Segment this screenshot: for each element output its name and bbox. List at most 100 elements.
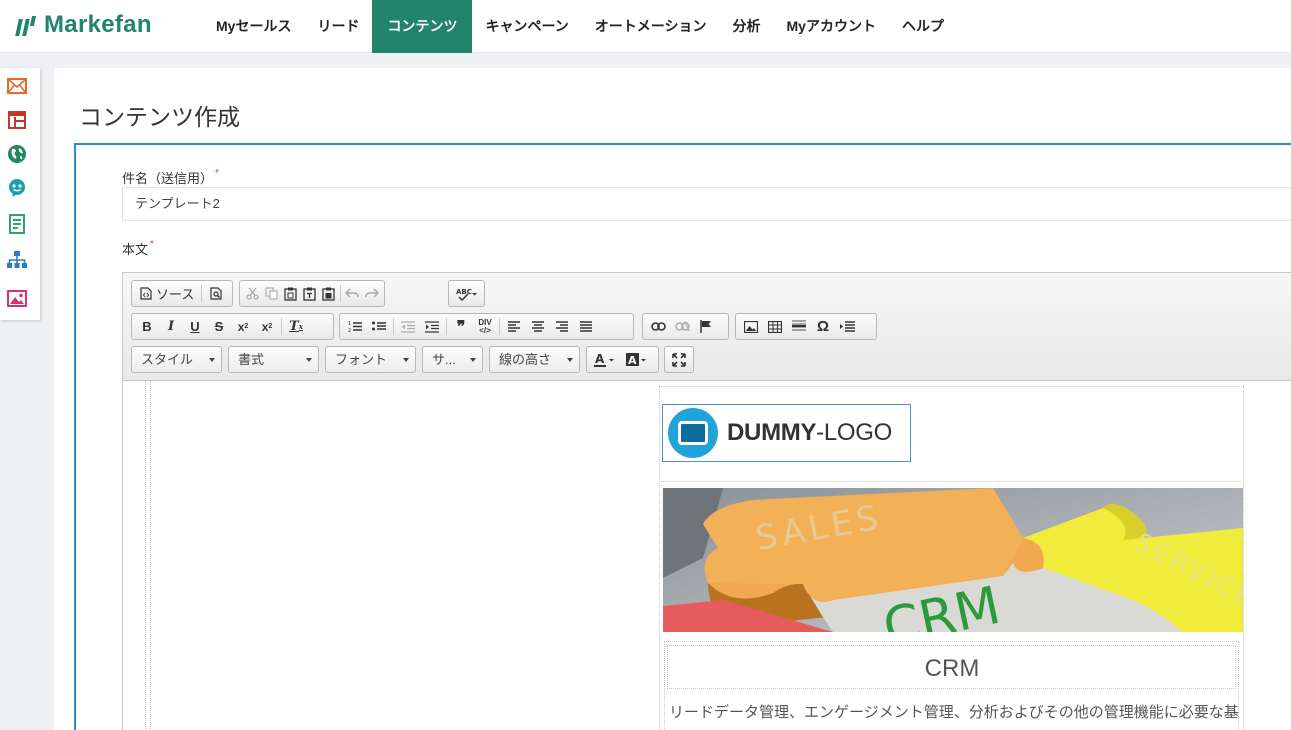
chevron-down-icon <box>470 358 476 362</box>
page-title: コンテンツ作成 <box>79 104 240 130</box>
dummy-logo-image[interactable]: DUMMY-LOGO <box>662 404 911 462</box>
content-type-rail <box>0 68 40 320</box>
nav-item-my-account[interactable]: Myアカウント <box>774 0 889 53</box>
underline-icon[interactable]: U <box>183 316 207 337</box>
nav-item-help[interactable]: ヘルプ <box>889 0 957 53</box>
source-button[interactable]: ソース <box>135 283 199 304</box>
unlink-icon[interactable] <box>670 316 694 337</box>
subject-input[interactable]: テンプレート2 <box>122 187 1291 221</box>
bulleted-list-icon[interactable] <box>367 316 391 337</box>
superscript-icon[interactable]: x2 <box>255 316 279 337</box>
svg-text:2: 2 <box>348 328 351 333</box>
nav-item-leads[interactable]: リード <box>304 0 372 53</box>
subscript-icon[interactable]: x2 <box>231 316 255 337</box>
strikethrough-icon[interactable]: S <box>207 316 231 337</box>
sitemap-icon[interactable] <box>6 250 27 270</box>
document-group: ソース <box>131 280 233 307</box>
colors-group: A A <box>586 346 659 373</box>
anchor-flag-icon[interactable] <box>694 316 718 337</box>
image-insert-icon[interactable] <box>739 316 763 337</box>
mail-icon[interactable] <box>6 76 27 96</box>
undo-icon[interactable] <box>343 283 362 304</box>
align-left-icon[interactable] <box>502 316 526 337</box>
editor-content-area[interactable]: DUMMY-LOGO SALES SERVICE CRM CRM リードデータ管… <box>123 381 1291 730</box>
image-icon[interactable] <box>6 288 27 308</box>
paste-word-icon[interactable] <box>319 283 338 304</box>
chevron-down-icon <box>306 358 312 362</box>
horizontal-rule-icon[interactable] <box>787 316 811 337</box>
layout-icon[interactable] <box>6 110 27 130</box>
special-char-icon[interactable]: Ω <box>811 316 835 337</box>
link-icon[interactable] <box>646 316 670 337</box>
paste-icon[interactable] <box>281 283 300 304</box>
align-center-icon[interactable] <box>526 316 550 337</box>
create-div-icon[interactable]: DIV </> <box>473 316 497 337</box>
globe-icon[interactable] <box>6 144 27 164</box>
editor-toolbar: ソース ABC B I U S x 2 x 2 T x 1 2 ❞ DIV </… <box>123 273 1291 381</box>
font-size-select[interactable]: サ... <box>422 346 483 373</box>
spellcheck-icon[interactable]: ABC <box>452 283 481 304</box>
paste-text-icon[interactable] <box>300 283 319 304</box>
line-height-select[interactable]: 線の高さ <box>489 346 580 373</box>
svg-text:A: A <box>628 354 637 367</box>
chat-bot-icon[interactable] <box>6 178 27 198</box>
top-navigation: Markefan Myセールス リード コンテンツ キャンペーン オートメーショ… <box>0 0 1291 53</box>
subject-label: 件名（送信用） * <box>122 168 219 186</box>
align-right-icon[interactable] <box>550 316 574 337</box>
nav-item-contents[interactable]: コンテンツ <box>372 0 473 53</box>
content-form: 件名（送信用） * テンプレート2 本文 * ソース ABC B I U S x… <box>74 143 1291 730</box>
redo-icon[interactable] <box>362 283 381 304</box>
template-divider <box>661 481 1242 482</box>
main-content: コンテンツ作成 件名（送信用） * テンプレート2 本文 * ソース ABC B… <box>54 68 1291 730</box>
style-select[interactable]: スタイル <box>131 346 222 373</box>
table-icon[interactable] <box>763 316 787 337</box>
align-justify-icon[interactable] <box>574 316 598 337</box>
logo-emblem-icon <box>668 408 718 458</box>
form-icon[interactable] <box>6 214 27 234</box>
indent-icon[interactable] <box>420 316 444 337</box>
insert-group: Ω <box>735 313 877 340</box>
copy-icon[interactable] <box>262 283 281 304</box>
required-mark: * <box>215 168 219 179</box>
crm-section-title[interactable]: CRM <box>668 649 1236 689</box>
main-menu: Myセールス リード コンテンツ キャンペーン オートメーション 分析 Myアカ… <box>203 0 957 53</box>
brand-logo[interactable]: Markefan <box>15 11 152 39</box>
body-label: 本文 * <box>122 239 154 257</box>
bold-icon[interactable]: B <box>135 316 159 337</box>
nav-item-my-sales[interactable]: Myセールス <box>203 0 304 53</box>
svg-text:A: A <box>595 353 605 366</box>
text-color-icon[interactable]: A <box>590 349 622 370</box>
background-color-icon[interactable]: A <box>622 349 654 370</box>
chevron-down-icon <box>403 358 409 362</box>
tools-group <box>664 346 694 373</box>
basicstyles-group: B I U S x2 x2 Tx <box>131 313 334 340</box>
format-select[interactable]: 書式 <box>228 346 319 373</box>
brand-mark-icon <box>15 14 38 36</box>
left-column-border <box>145 381 151 730</box>
brand-name: Markefan <box>44 11 152 38</box>
svg-text:1: 1 <box>348 321 351 327</box>
crm-section-text[interactable]: リードデータ管理、エンゲージメント管理、分析およびその他の管理機能に必要な基 <box>669 701 1243 725</box>
italic-icon[interactable]: I <box>159 316 183 337</box>
font-select[interactable]: フォント <box>325 346 416 373</box>
crm-puzzle-hero-image[interactable]: SALES SERVICE CRM <box>663 488 1243 632</box>
chevron-down-icon <box>567 358 573 362</box>
svg-text:ABC: ABC <box>456 288 472 296</box>
chevron-down-icon <box>209 358 215 362</box>
clipboard-group <box>239 280 385 307</box>
outdent-icon[interactable] <box>396 316 420 337</box>
paragraph-group: 12 ❞ DIV </> <box>339 313 634 340</box>
nav-item-campaign[interactable]: キャンペーン <box>472 0 581 53</box>
numbered-list-icon[interactable]: 12 <box>343 316 367 337</box>
nav-item-analytics[interactable]: 分析 <box>720 0 774 53</box>
preview-icon[interactable] <box>204 283 228 304</box>
page-break-icon[interactable] <box>835 316 859 337</box>
blockquote-icon[interactable]: ❞ <box>449 316 473 337</box>
logo-wordmark: DUMMY-LOGO <box>727 419 893 446</box>
required-mark: * <box>150 239 154 250</box>
nav-item-automation[interactable]: オートメーション <box>582 0 720 53</box>
maximize-icon[interactable] <box>668 349 690 370</box>
remove-format-icon[interactable]: Tx <box>284 316 308 337</box>
cut-icon[interactable] <box>243 283 262 304</box>
rich-text-editor: ソース ABC B I U S x 2 x 2 T x 1 2 ❞ DIV </… <box>122 272 1291 730</box>
